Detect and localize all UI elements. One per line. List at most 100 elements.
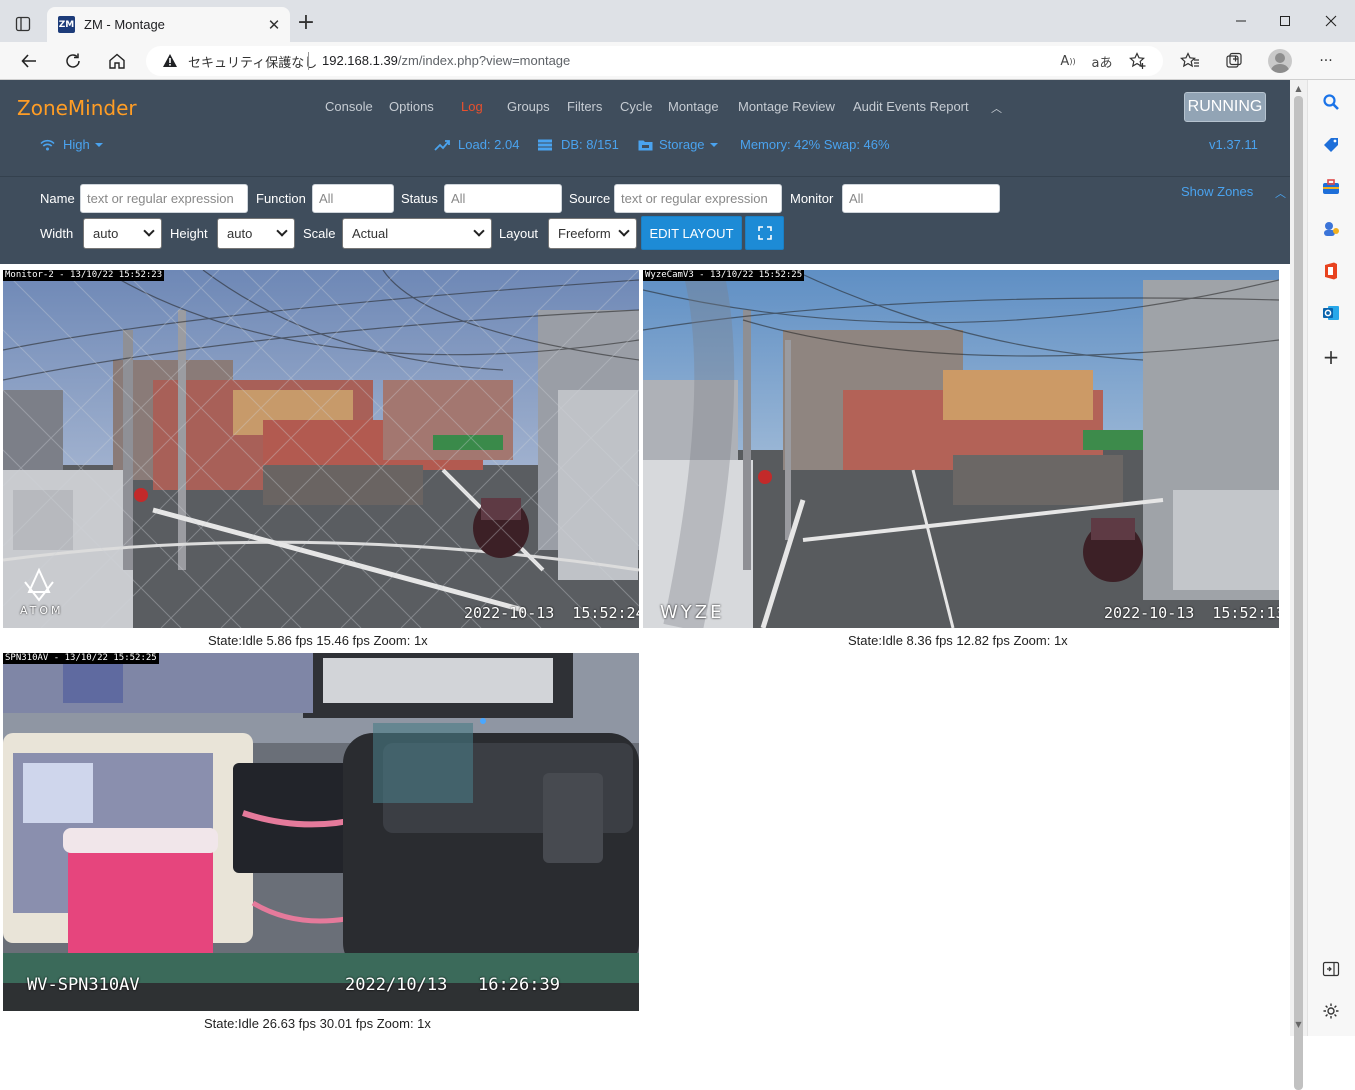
status-filter-input[interactable]: All <box>444 184 562 213</box>
search-icon[interactable] <box>1320 91 1342 113</box>
url-text[interactable]: 192.168.1.39/zm/index.php?view=montage <box>322 53 570 68</box>
nav-console[interactable]: Console <box>325 99 373 114</box>
monitor-1-status: State:Idle 5.86 fps 15.46 fps Zoom: 1x <box>208 633 428 648</box>
scroll-up-icon[interactable]: ▲ <box>1294 84 1303 93</box>
layout-select-value: Freeform <box>558 226 611 241</box>
monitor-3-overlay-label: SPN310AV - 13/10/22 15:52:25 <box>3 653 159 664</box>
tools-icon[interactable] <box>1320 176 1342 198</box>
monitor-3-image <box>3 653 639 1011</box>
url-host: 192.168.1.39 <box>322 53 398 68</box>
monitor-3-brand: WV-SPN310AV <box>27 975 140 995</box>
nav-log[interactable]: Log <box>461 99 483 114</box>
storage-dropdown[interactable]: Storage <box>638 137 718 152</box>
security-label[interactable]: セキュリティ保護なし <box>188 52 317 71</box>
layout-select[interactable]: Freeform <box>548 218 637 249</box>
monitor-feed-1[interactable]: Monitor-2 - 13/10/22 15:52:23 ATOM 2022-… <box>3 270 639 628</box>
new-tab-icon[interactable]: + <box>294 11 318 35</box>
folder-icon <box>638 139 653 151</box>
monitor-1-image <box>3 270 639 628</box>
browser-tab-bar: ZM ZM - Montage ✕ + <box>0 0 1355 42</box>
page-scrollbar[interactable]: ▲ ▼ <box>1290 80 1307 1090</box>
nav-cycle[interactable]: Cycle <box>620 99 653 114</box>
scroll-down-icon[interactable]: ▼ <box>1294 1020 1303 1029</box>
profile-avatar[interactable] <box>1268 49 1292 73</box>
zm-favicon-icon: ZM <box>58 16 75 33</box>
source-filter-input[interactable]: text or regular expression <box>614 184 782 213</box>
fullscreen-button[interactable] <box>745 216 784 250</box>
monitor-feed-3[interactable]: SPN310AV - 13/10/22 15:52:25 WV-SPN310AV… <box>3 653 639 1011</box>
nav-audit-events-report[interactable]: Audit Events Report <box>853 99 969 114</box>
db-label: DB: 8/151 <box>561 137 619 152</box>
monitor-2-timestamp: 2022-10-13 15:52:13 <box>1104 604 1279 622</box>
scale-label: Scale <box>303 226 336 241</box>
running-status-button[interactable]: RUNNING <box>1184 92 1266 122</box>
edit-layout-button[interactable]: EDIT LAYOUT <box>641 216 742 250</box>
favorites-icon[interactable] <box>1178 50 1202 72</box>
load-stat: Load: 2.04 <box>434 137 519 152</box>
minimize-icon[interactable] <box>1226 8 1256 34</box>
nav-options[interactable]: Options <box>389 99 434 114</box>
height-select-value: auto <box>227 226 253 241</box>
tab-actions-icon[interactable] <box>10 11 36 37</box>
show-zones-link[interactable]: Show Zones <box>1181 184 1253 199</box>
monitor-1-brand: ATOM <box>20 604 64 617</box>
more-menu-icon[interactable]: ··· <box>1314 50 1338 72</box>
warning-icon[interactable] <box>162 53 178 72</box>
address-bar[interactable]: セキュリティ保護なし 192.168.1.39/zm/index.php?vie… <box>146 46 1163 76</box>
add-sidebar-icon[interactable]: + <box>1320 345 1342 369</box>
load-label: Load: 2.04 <box>458 137 520 152</box>
back-icon[interactable] <box>16 48 42 74</box>
add-favorite-icon[interactable] <box>1127 51 1149 71</box>
nav-montage-review[interactable]: Montage Review <box>738 99 835 114</box>
chevron-down-icon <box>276 225 288 237</box>
translate-icon[interactable]: aあ <box>1091 51 1113 71</box>
nav-filters[interactable]: Filters <box>567 99 602 114</box>
zm-header: ZoneMinder Console Options Log Groups Fi… <box>0 80 1290 176</box>
refresh-icon[interactable] <box>60 48 86 74</box>
monitor-2-status: State:Idle 8.36 fps 12.82 fps Zoom: 1x <box>848 633 1068 648</box>
monitor-filter-label: Monitor <box>790 191 834 206</box>
office-icon[interactable] <box>1320 260 1342 282</box>
scrollbar-thumb[interactable] <box>1294 96 1303 1090</box>
collapse-filters-icon[interactable]: ︿ <box>1275 185 1286 201</box>
sidebar-settings-icon[interactable] <box>1320 1000 1342 1022</box>
function-filter-input[interactable]: All <box>312 184 394 213</box>
maximize-icon[interactable] <box>1270 8 1300 34</box>
window-close-icon[interactable] <box>1316 8 1346 34</box>
hide-sidebar-icon[interactable] <box>1320 958 1342 980</box>
width-select[interactable]: auto <box>83 218 162 249</box>
trend-icon <box>434 139 450 151</box>
monitor-feed-2[interactable]: WyzeCamV3 - 13/10/22 15:52:25 WYZE 2022-… <box>643 270 1279 628</box>
caret-down-icon <box>94 142 103 147</box>
monitor-3-timestamp: 2022/10/13 16:26:39 <box>345 975 560 995</box>
nav-groups[interactable]: Groups <box>507 99 550 114</box>
monitor-3-status: State:Idle 26.63 fps 30.01 fps Zoom: 1x <box>204 1016 431 1031</box>
omnibox-divider <box>308 52 309 70</box>
monitor-filter-input[interactable]: All <box>842 184 1000 213</box>
scale-select[interactable]: Actual <box>342 218 492 249</box>
outlook-icon[interactable] <box>1320 302 1342 324</box>
function-filter-label: Function <box>256 191 306 206</box>
collections-icon[interactable] <box>1222 50 1246 72</box>
version-label[interactable]: v1.37.11 <box>1209 137 1258 152</box>
name-filter-input[interactable]: text or regular expression <box>80 184 248 213</box>
home-icon[interactable] <box>104 48 130 74</box>
browser-tab[interactable]: ZM ZM - Montage ✕ <box>47 7 290 42</box>
height-select[interactable]: auto <box>217 218 295 249</box>
browser-toolbar: セキュリティ保護なし 192.168.1.39/zm/index.php?vie… <box>0 42 1355 80</box>
tab-close-icon[interactable]: ✕ <box>264 15 284 35</box>
zm-brand[interactable]: ZoneMinder <box>17 96 137 120</box>
nav-montage[interactable]: Montage <box>668 99 719 114</box>
monitor-2-overlay-label: WyzeCamV3 - 13/10/22 15:52:25 <box>643 270 805 281</box>
monitor-1-overlay-label: Monitor-2 - 13/10/22 15:52:23 <box>3 270 165 281</box>
fullscreen-icon <box>757 226 772 240</box>
shopping-tag-icon[interactable] <box>1320 134 1342 156</box>
source-filter-label: Source <box>569 191 611 206</box>
tab-title: ZM - Montage <box>84 17 165 32</box>
monitor-1-timestamp: 2022-10-13 15:52:24 <box>464 604 639 622</box>
games-icon[interactable] <box>1320 218 1342 240</box>
scale-select-value: Actual <box>352 226 389 241</box>
bandwidth-dropdown[interactable]: High <box>40 137 103 152</box>
read-aloud-icon[interactable]: A)) <box>1057 51 1079 71</box>
collapse-nav-icon[interactable]: ︿ <box>991 100 1002 116</box>
